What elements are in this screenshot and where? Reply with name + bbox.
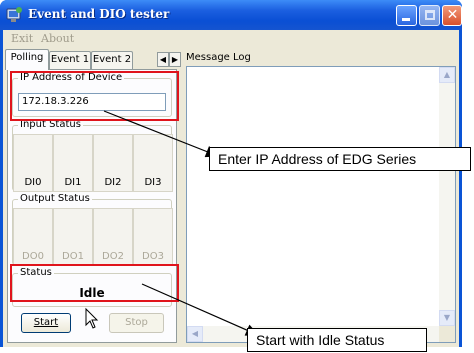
mouse-cursor-icon (85, 307, 99, 329)
status-callout-arrow (141, 283, 260, 336)
ip-callout: Enter IP Address of EDG Series (209, 147, 471, 171)
annotation-arrows (85, 110, 260, 336)
ip-callout-arrow (103, 110, 220, 158)
tab-polling[interactable]: Polling (5, 49, 49, 70)
status-callout: Start with Idle Status (247, 328, 427, 352)
